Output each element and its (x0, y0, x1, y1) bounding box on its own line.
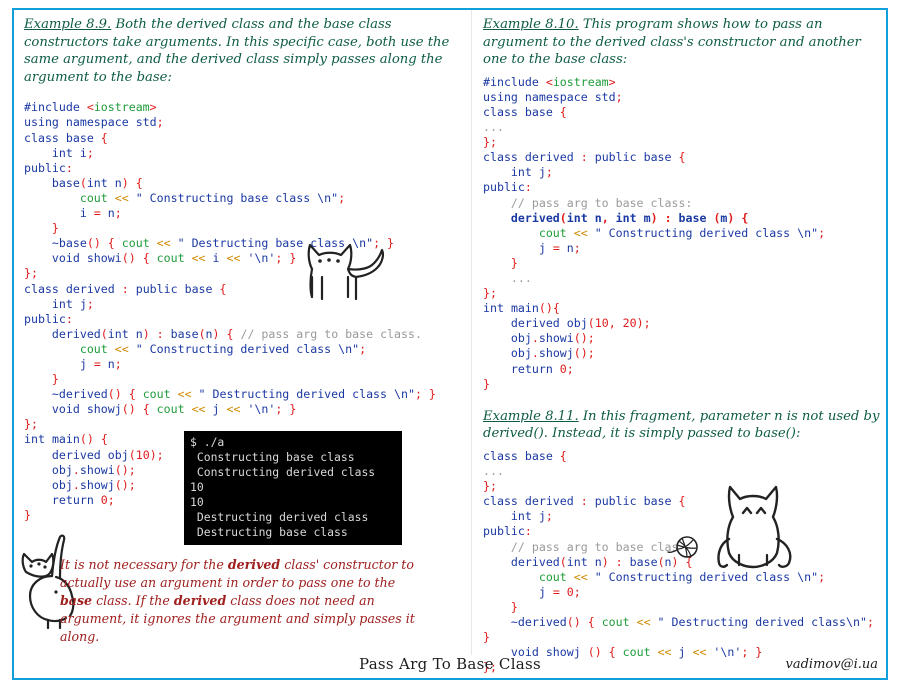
footer-title: Pass Arg To Base Class (358, 655, 542, 673)
right-heading-2-lead: Example 8.11. (483, 408, 579, 424)
left-heading: Example 8.9. Both the derived class and … (24, 16, 464, 86)
yarn-ball-icon (667, 536, 698, 558)
right-heading-1: Example 8.10. This program shows how to … (483, 16, 883, 69)
frame-border-right (886, 8, 888, 680)
left-code-block: #include <iostream> using namespace std;… (24, 100, 464, 546)
frame-border-left (12, 8, 14, 680)
footer-email: vadimov@i.ua (785, 657, 879, 672)
terminal-output: $ ./a Constructing base class Constructi… (184, 430, 402, 546)
right-code-block-2: class base { ... }; class derived : publ… (483, 449, 883, 675)
right-heading-1-lead: Example 8.10. (483, 17, 579, 32)
right-column: Example 8.10. This program shows how to … (483, 16, 883, 675)
cat-sitting-icon (717, 485, 792, 569)
callout-note: It is not necessary for the derived clas… (60, 557, 415, 644)
slide-page: Example 8.9. Both the derived class and … (0, 0, 900, 700)
right-heading-2: Example 8.11. In this fragment, paramete… (483, 408, 883, 443)
cat-standing-icon (307, 244, 385, 301)
frame-border-top (12, 8, 888, 10)
column-divider (471, 10, 472, 655)
left-column: Example 8.9. Both the derived class and … (24, 16, 464, 546)
right-code-1: #include <iostream> using namespace std;… (483, 74, 826, 391)
left-heading-lead: Example 8.9. (24, 17, 112, 32)
footer: Pass Arg To Base Class vadimov@i.ua (0, 655, 900, 679)
